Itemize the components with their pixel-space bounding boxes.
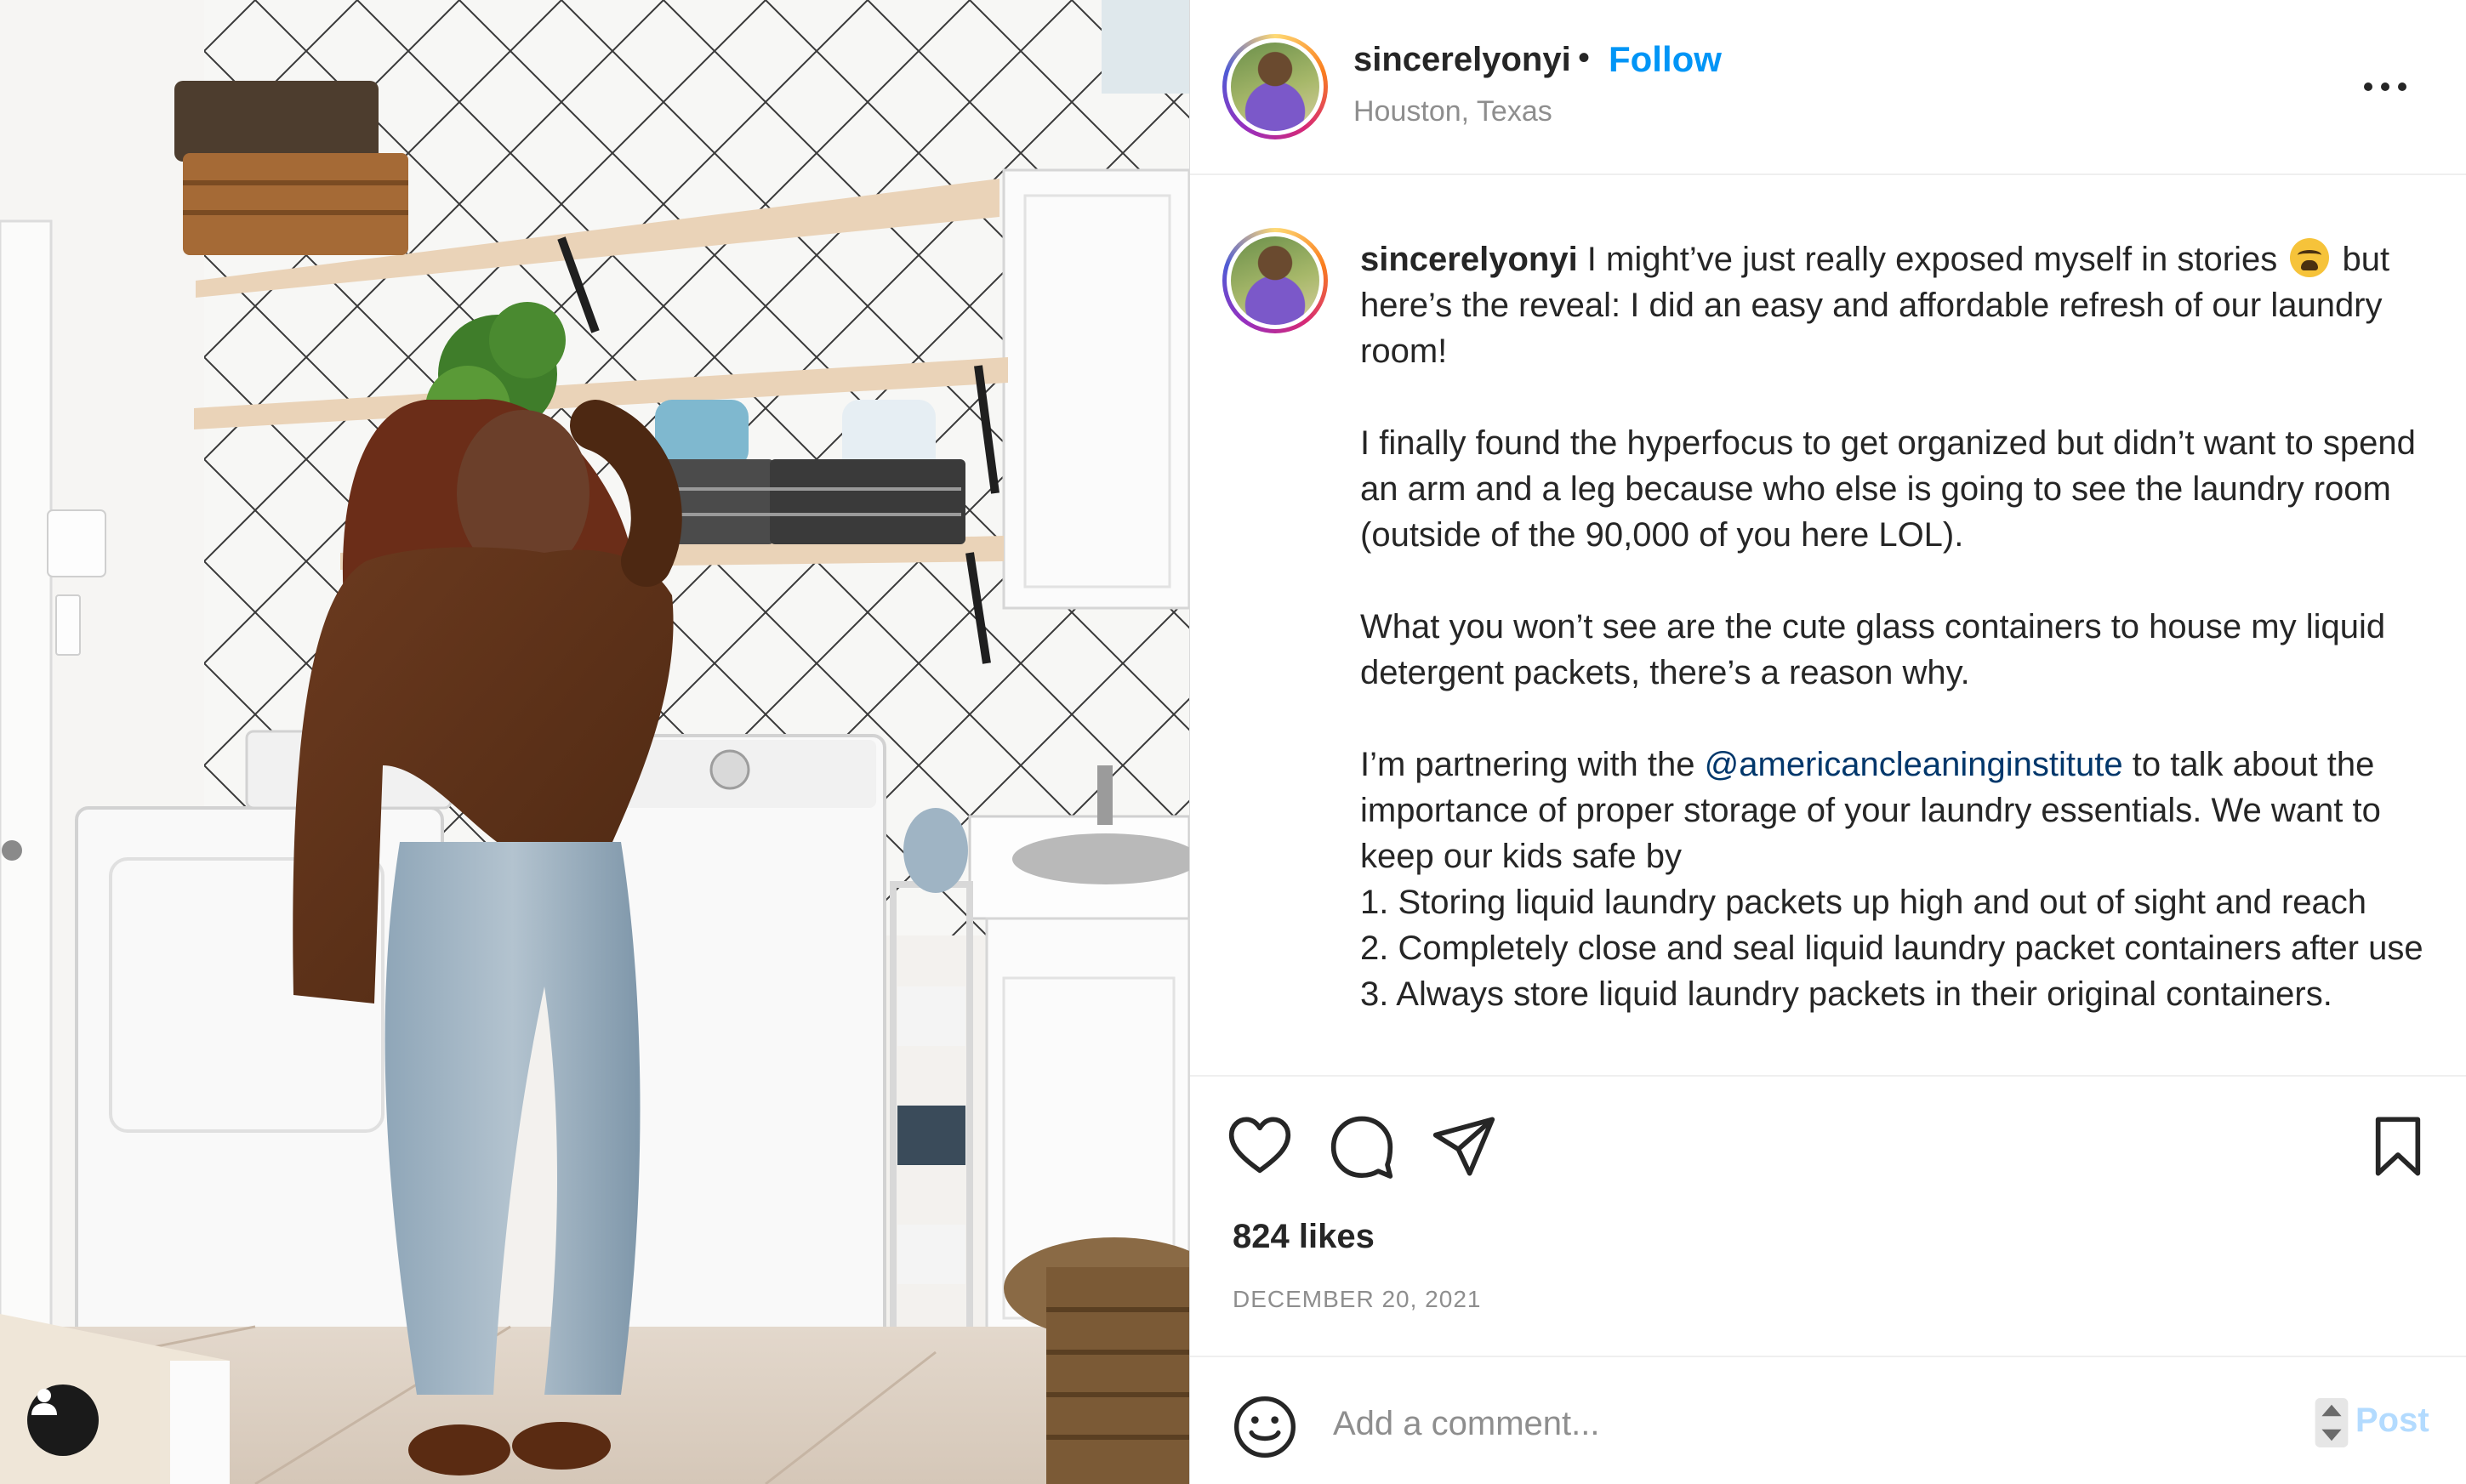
send-icon[interactable]	[1430, 1112, 1498, 1180]
scroll-arrows-icon[interactable]	[2315, 1398, 2349, 1447]
author-avatar[interactable]	[1222, 34, 1328, 139]
author-username[interactable]: sincerelyonyi	[1353, 41, 1571, 79]
caption-section: sincerelyonyi I might’ve just really exp…	[1190, 175, 2466, 1075]
post-date: DECEMBER 20, 2021	[1233, 1286, 1482, 1312]
comment-input[interactable]	[1333, 1390, 2235, 1458]
post-button[interactable]: Post	[2355, 1402, 2429, 1440]
smiley-icon[interactable]	[1231, 1393, 1299, 1461]
caption-text-part1: I might’ve just really exposed myself in…	[1577, 241, 2287, 278]
post-location[interactable]: Houston, Texas	[1353, 95, 1552, 128]
action-bar: 824 likes DECEMBER 20, 2021	[1190, 1075, 2466, 1356]
user-icon	[31, 1389, 57, 1415]
bookmark-icon[interactable]	[2364, 1112, 2432, 1180]
mention-link[interactable]: @americancleaninginstitute	[1705, 746, 2123, 783]
separator-dot: •	[1578, 39, 1591, 77]
caption-username[interactable]: sincerelyonyi	[1360, 241, 1578, 278]
likes-count[interactable]: 824 likes	[1233, 1218, 1375, 1256]
heart-icon[interactable]	[1226, 1112, 1294, 1180]
follow-button[interactable]: Follow	[1609, 39, 1722, 80]
tagged-users-button[interactable]	[27, 1384, 99, 1456]
comment-bar: Post	[1190, 1356, 2466, 1484]
weary-face-emoji	[2290, 238, 2330, 277]
caption-avatar[interactable]	[1222, 228, 1328, 333]
post-header: sincerelyonyi • Follow Houston, Texas	[1190, 0, 2466, 175]
caption-text-part2: but here’s the reveal: I did an easy and…	[1360, 241, 2416, 783]
post-photo[interactable]	[0, 0, 1189, 1484]
post-sidebar: sincerelyonyi • Follow Houston, Texas si…	[1189, 0, 2466, 1484]
comment-icon[interactable]	[1328, 1112, 1396, 1180]
laundry-room-photo	[0, 0, 1189, 1484]
caption-text: sincerelyonyi I might’ve just really exp…	[1360, 236, 2440, 1017]
caption-text-part3: to talk about the importance of proper s…	[1360, 746, 2423, 1013]
more-options-icon[interactable]	[2355, 70, 2415, 104]
